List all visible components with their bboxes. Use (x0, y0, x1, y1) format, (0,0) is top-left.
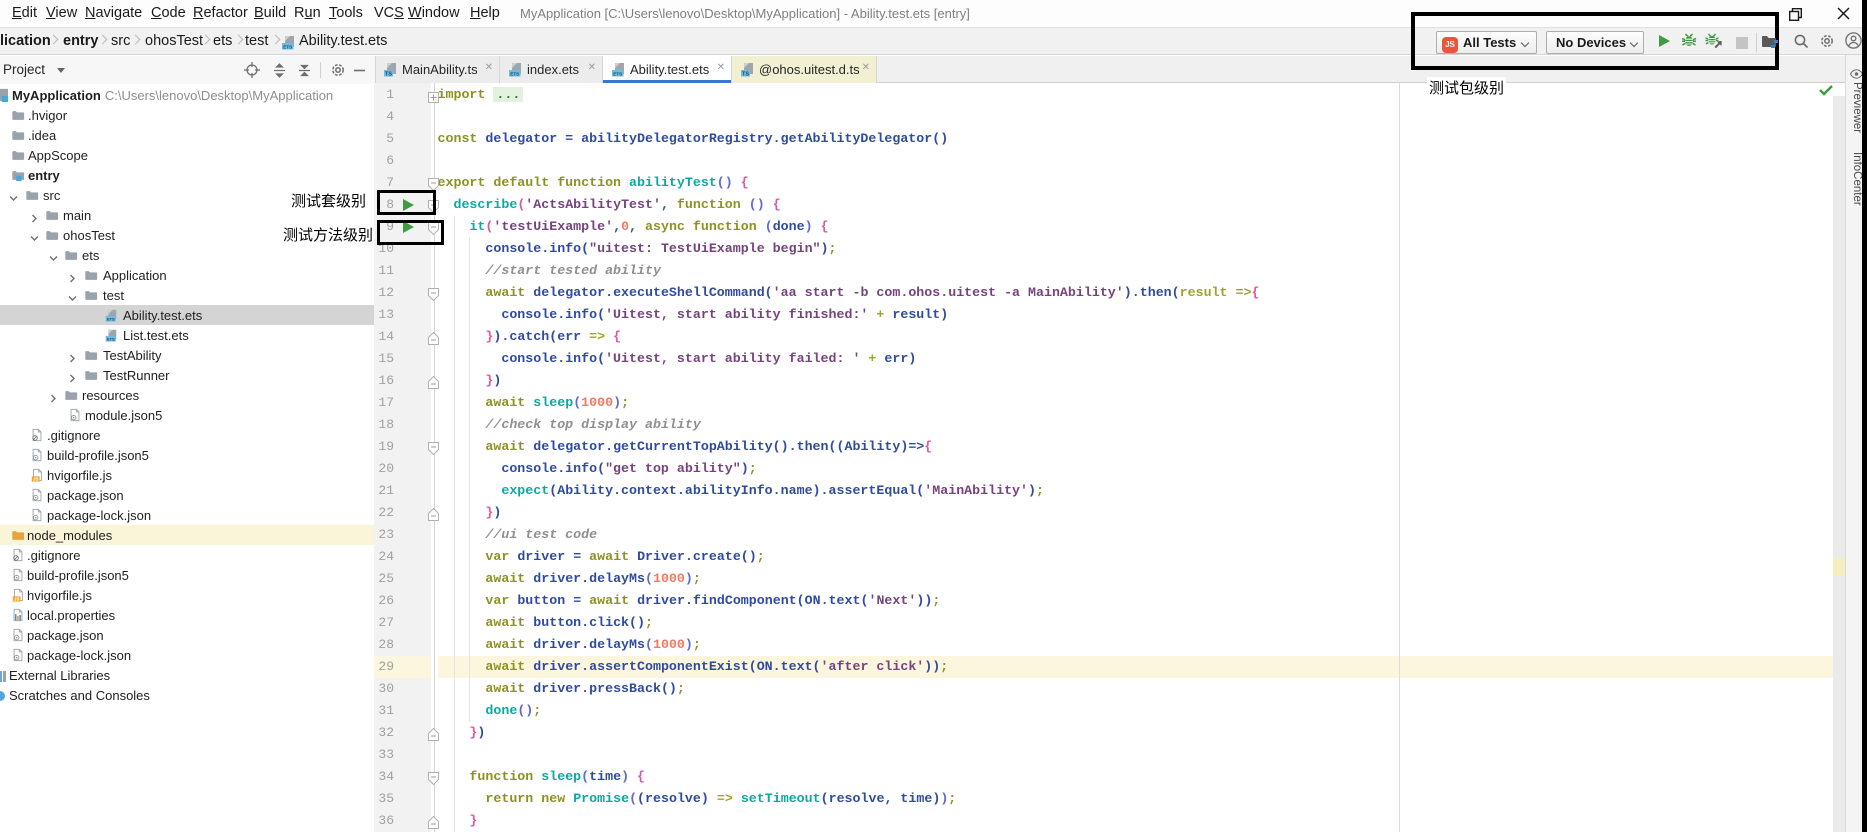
svg-text:JS: JS (33, 477, 38, 482)
svg-text:ETS: ETS (613, 71, 622, 76)
svg-text:JS: JS (14, 597, 19, 602)
svg-text:ETS: ETS (510, 71, 519, 76)
svg-text:ETS: ETS (107, 317, 115, 322)
svg-text:TS: TS (742, 71, 749, 77)
svg-text:ETS: ETS (107, 337, 115, 342)
svg-text:TS: TS (385, 71, 392, 77)
